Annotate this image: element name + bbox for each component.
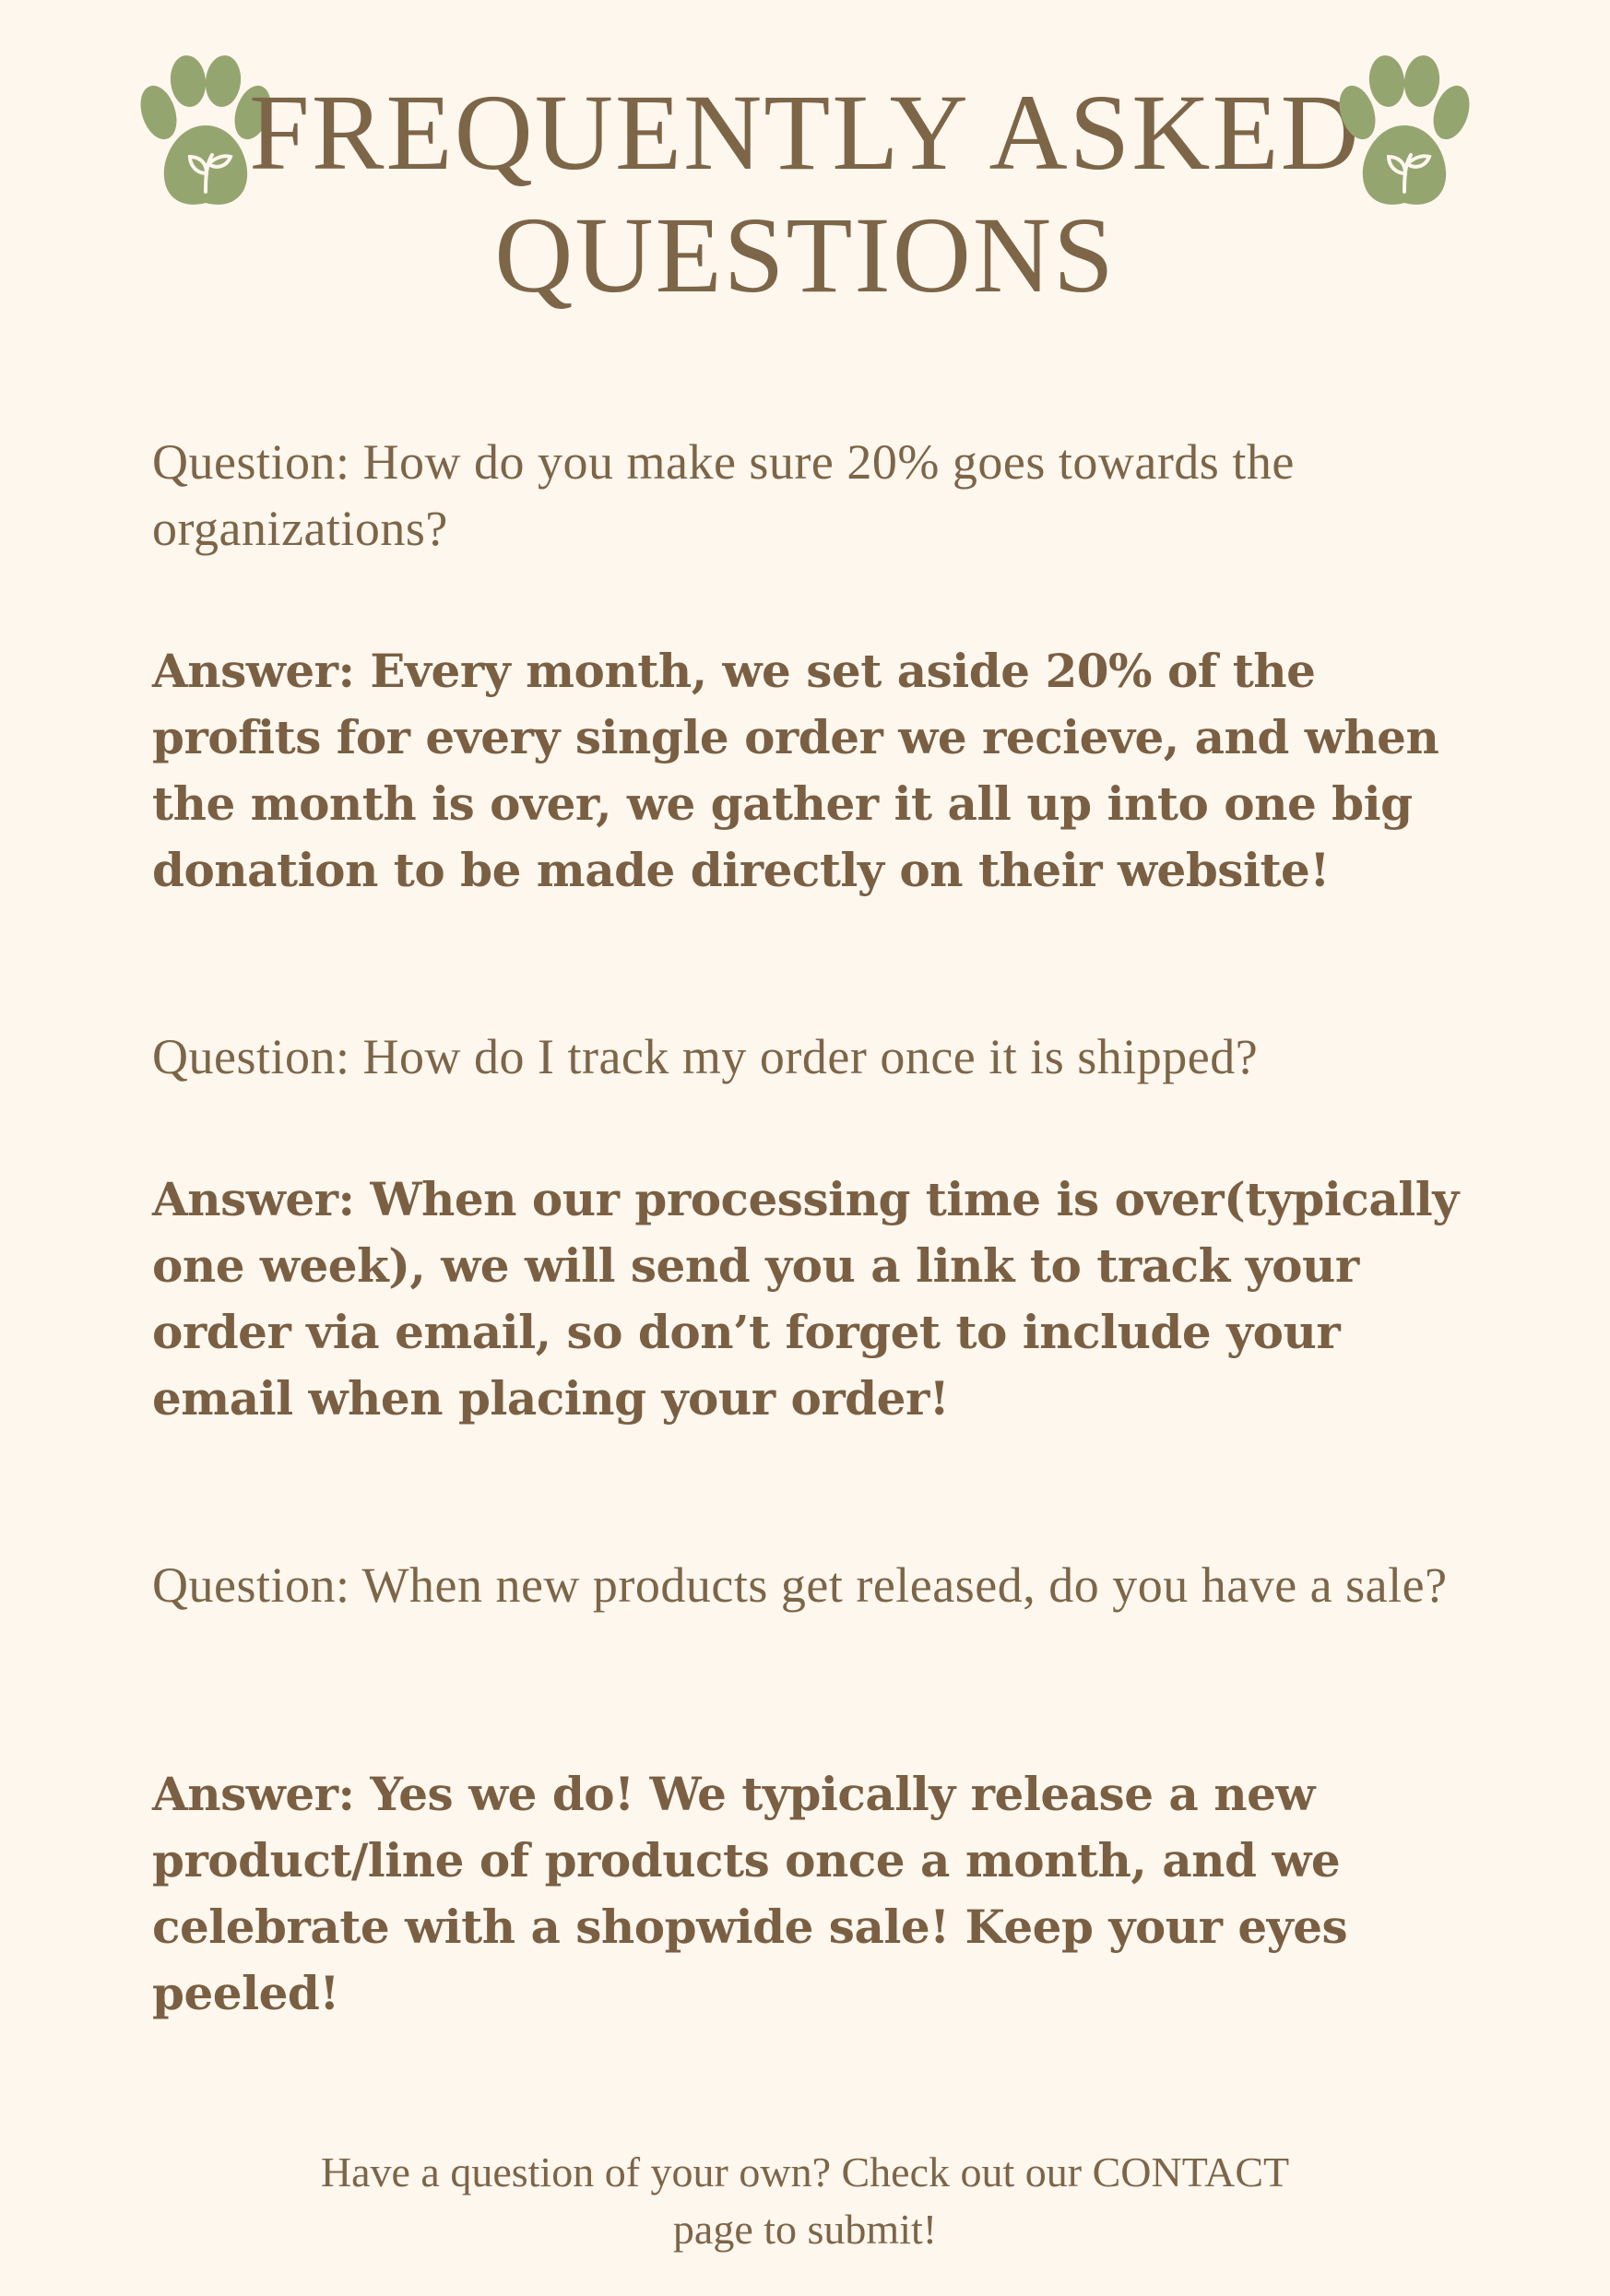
footer-contact-note: Have a question of your own? Check out o…: [0, 2144, 1610, 2258]
faq-answer-2: Answer: When our processing time is over…: [152, 1172, 1459, 1426]
faq-page: { "header": { "title_line1": "FREQUENTLY…: [0, 0, 1610, 2296]
page-header: FREQUENTLY ASKED QUESTIONS: [0, 37, 1610, 332]
footer-line-1: Have a question of your own? Check out o…: [320, 2148, 1290, 2195]
footer-line-2: page to submit!: [672, 2206, 938, 2253]
faq-question-2: Question: How do I track my order once i…: [152, 1029, 1259, 1084]
faq-question-3: Question: When new products get released…: [152, 1557, 1448, 1613]
faq-question-1: Question: How do you make sure 20% goes …: [152, 434, 1295, 556]
faq-answer-3: Answer: Yes we do! We typically release …: [152, 1767, 1348, 2020]
page-title-line-2: QUESTIONS: [494, 195, 1116, 315]
faq-answer-1: Answer: Every month, we set aside 20% of…: [152, 644, 1439, 897]
paw-leaf-icon: [1339, 55, 1470, 205]
